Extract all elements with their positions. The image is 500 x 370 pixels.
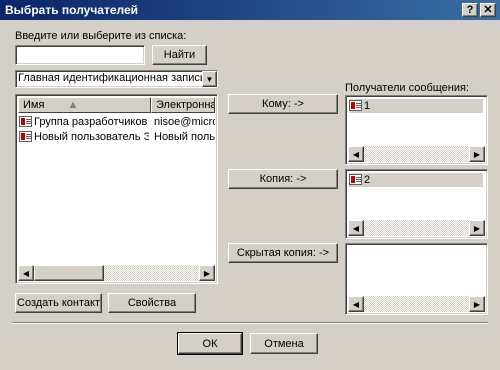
- list-item[interactable]: Группа разработчиков ...nisoe@micros: [19, 115, 215, 129]
- bcc-recipients-box[interactable]: ◀ ▶: [345, 243, 488, 315]
- cc-recipient-item[interactable]: 2: [349, 173, 483, 187]
- scroll-thumb[interactable]: [34, 265, 104, 281]
- contact-card-icon: [19, 131, 32, 142]
- bcc-hscrollbar[interactable]: ◀ ▶: [348, 296, 485, 312]
- contact-card-icon: [349, 174, 362, 185]
- scroll-left-icon[interactable]: ◀: [348, 146, 364, 162]
- group-card-icon: [19, 116, 32, 127]
- scroll-right-icon[interactable]: ▶: [469, 146, 485, 162]
- scroll-left-icon[interactable]: ◀: [348, 220, 364, 236]
- to-recipients-box[interactable]: 1 ◀ ▶: [345, 95, 488, 165]
- column-header-name[interactable]: Имя ▲: [18, 97, 151, 113]
- cancel-button[interactable]: Отмена: [250, 333, 318, 354]
- contacts-list[interactable]: Имя ▲ Электронная Группа разработчиков .…: [15, 94, 218, 284]
- list-item[interactable]: Новый пользователь Э...Новый польз: [19, 130, 215, 144]
- search-input[interactable]: [15, 45, 145, 65]
- search-label: Введите или выберите из списка:: [15, 30, 187, 42]
- scroll-right-icon[interactable]: ▶: [469, 220, 485, 236]
- help-button[interactable]: ?: [462, 3, 478, 17]
- sort-asc-icon: ▲: [67, 99, 79, 111]
- title-bar: Выбрать получателей ? ✕: [0, 0, 500, 20]
- separator: [12, 322, 488, 324]
- to-hscrollbar[interactable]: ◀ ▶: [348, 146, 485, 162]
- scroll-right-icon[interactable]: ▶: [469, 296, 485, 312]
- contact-card-icon: [349, 100, 362, 111]
- ok-button[interactable]: ОК: [177, 332, 243, 355]
- close-button[interactable]: ✕: [480, 3, 496, 17]
- to-button[interactable]: Кому: ->: [228, 94, 338, 114]
- cc-recipients-box[interactable]: 2 ◀ ▶: [345, 169, 488, 239]
- dropdown-arrow-icon[interactable]: ▼: [202, 71, 217, 87]
- find-button[interactable]: Найти: [152, 45, 207, 65]
- cc-hscrollbar[interactable]: ◀ ▶: [348, 220, 485, 236]
- properties-button[interactable]: Свойства: [108, 293, 196, 313]
- column-header-email[interactable]: Электронная: [151, 97, 215, 113]
- contacts-hscrollbar[interactable]: ◀ ▶: [18, 265, 215, 281]
- address-book-selected: Главная идентификационная запись кон: [18, 72, 218, 84]
- to-recipient-item[interactable]: 1: [349, 99, 483, 113]
- address-book-select[interactable]: Главная идентификационная запись кон: [15, 70, 218, 88]
- window-title: Выбрать получателей: [5, 3, 139, 17]
- scroll-left-icon[interactable]: ◀: [348, 296, 364, 312]
- scroll-right-icon[interactable]: ▶: [199, 265, 215, 281]
- recipients-label: Получатели сообщения:: [345, 82, 470, 94]
- bcc-button[interactable]: Скрытая копия: ->: [228, 243, 338, 263]
- new-contact-button[interactable]: Создать контакт: [15, 293, 102, 313]
- cc-button[interactable]: Копия: ->: [228, 169, 338, 189]
- scroll-left-icon[interactable]: ◀: [18, 265, 34, 281]
